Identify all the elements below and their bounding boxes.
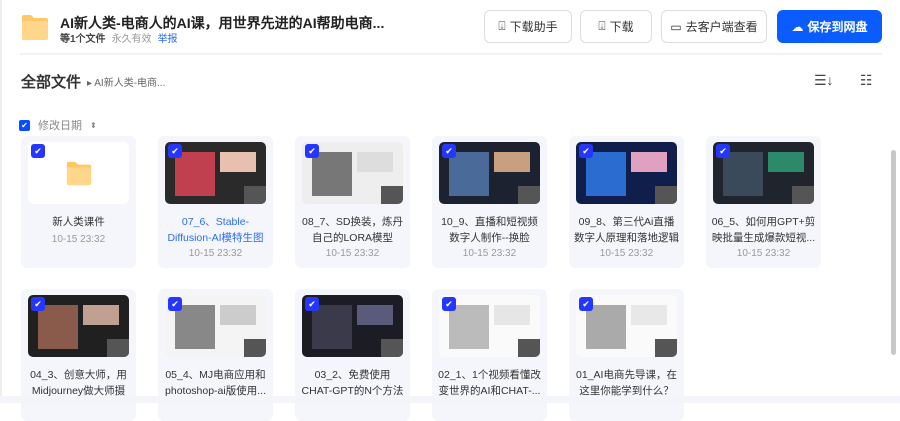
file-card[interactable]: ✔ 10_9、直播和短视频数字人制作--换脸_ev.m... 10-15 23:32: [432, 136, 547, 268]
list-view-icon[interactable]: ☷: [860, 72, 873, 89]
sort-order-icon[interactable]: ☰↓: [814, 72, 834, 89]
select-all-checkbox[interactable]: ✔: [19, 119, 30, 131]
report-link[interactable]: 举报: [158, 34, 178, 45]
download-helper-label: 下载助手: [509, 20, 558, 34]
file-checkbox[interactable]: ✔: [716, 144, 730, 158]
sort-arrow-icon: ⬍: [90, 120, 97, 130]
file-grid: ✔ 新人类课件 10-15 23:32 ✔ 07_6、Stable-Diffusion-…: [21, 136, 821, 421]
bottom-bar: [0, 396, 900, 403]
file-name[interactable]: 10_9、直播和短视频数字人制作--换脸_ev.m...: [437, 214, 542, 246]
file-checkbox[interactable]: ✔: [305, 297, 319, 311]
file-name[interactable]: 02_1、1个视频看懂改变世界的AI和CHAT-...: [437, 367, 542, 399]
file-name[interactable]: 07_6、Stable-Diffusion-AI模特生图换装系...: [163, 214, 268, 246]
download-icon: ⍗: [598, 19, 606, 33]
open-client-button[interactable]: ▭ 去客户端查看: [661, 10, 767, 43]
file-date: 10-15 23:32: [325, 248, 380, 259]
download-button[interactable]: ⍗ 下载: [580, 10, 652, 43]
download-label: 下载: [609, 20, 634, 34]
file-checkbox[interactable]: ✔: [442, 144, 456, 158]
folder-icon: [22, 15, 48, 40]
file-name[interactable]: 06_5、如何用GPT+剪映批量生成爆款短视...: [711, 214, 816, 246]
file-date: 10-15 23:32: [188, 248, 243, 259]
left-border: [0, 0, 2, 403]
breadcrumb-current-label: AI新人类-电商...: [94, 78, 166, 89]
file-card[interactable]: ✔ 06_5、如何用GPT+剪映批量生成爆款短视... 10-15 23:32: [706, 136, 821, 268]
file-card[interactable]: ✔ 09_8、第三代Ai直播数字人原理和落地逻辑_... 10-15 23:32: [569, 136, 684, 268]
select-all[interactable]: ✔ 修改日期 ⬍: [19, 117, 97, 133]
file-name[interactable]: 05_4、MJ电商应用和photoshop-ai版使用...: [163, 367, 268, 399]
breadcrumb-root[interactable]: 全部文件: [21, 71, 81, 92]
file-date: 10-15 23:32: [599, 248, 654, 259]
file-checkbox[interactable]: ✔: [168, 144, 182, 158]
file-date: 10-15 23:32: [736, 248, 791, 259]
file-name[interactable]: 09_8、第三代Ai直播数字人原理和落地逻辑_...: [574, 214, 679, 246]
cloud-upload-icon: ☁: [791, 19, 804, 34]
file-name[interactable]: 01_AI电商先导课，在这里你能学到什么？_...: [574, 367, 679, 399]
file-checkbox[interactable]: ✔: [31, 297, 45, 311]
save-label: 保存到网盘: [807, 20, 868, 34]
file-name[interactable]: 04_3、创意大师，用Midjourney做大师摄影...: [26, 367, 131, 399]
file-name[interactable]: 新人类课件: [26, 214, 131, 230]
file-date: 10-15 23:32: [51, 234, 106, 245]
file-checkbox[interactable]: ✔: [442, 297, 456, 311]
file-date: 10-15 23:32: [462, 248, 517, 259]
file-checkbox[interactable]: ✔: [31, 144, 45, 158]
file-card[interactable]: ✔ 07_6、Stable-Diffusion-AI模特生图换装系... 10-15…: [158, 136, 273, 268]
save-to-drive-button[interactable]: ☁ 保存到网盘: [777, 10, 882, 43]
open-client-label: 去客户端查看: [685, 20, 758, 34]
folder-icon: [66, 161, 91, 186]
download-icon: ⍗: [498, 19, 506, 33]
file-checkbox[interactable]: ✔: [579, 297, 593, 311]
file-checkbox[interactable]: ✔: [168, 297, 182, 311]
validity: 永久有效: [111, 34, 152, 45]
file-name[interactable]: 08_7、SD换装，炼丹自己的LORA模型_ev.mp4: [300, 214, 405, 246]
breadcrumb-current: ▸ AI新人类-电商...: [87, 78, 166, 89]
file-name[interactable]: 03_2、免费使用CHAT-GPT的N个方法_ev.mp4: [300, 367, 405, 399]
file-checkbox[interactable]: ✔: [579, 144, 593, 158]
scrollbar[interactable]: [891, 150, 896, 355]
monitor-icon: ▭: [670, 19, 682, 34]
file-card[interactable]: ✔ 新人类课件 10-15 23:32: [21, 136, 136, 268]
file-count: 等1个文件: [60, 34, 106, 45]
sort-by-date[interactable]: 修改日期: [38, 117, 82, 133]
file-checkbox[interactable]: ✔: [305, 144, 319, 158]
download-helper-button[interactable]: ⍗ 下载助手: [484, 10, 572, 43]
file-card[interactable]: ✔ 08_7、SD换装，炼丹自己的LORA模型_ev.mp4 10-15 23:32: [295, 136, 410, 268]
